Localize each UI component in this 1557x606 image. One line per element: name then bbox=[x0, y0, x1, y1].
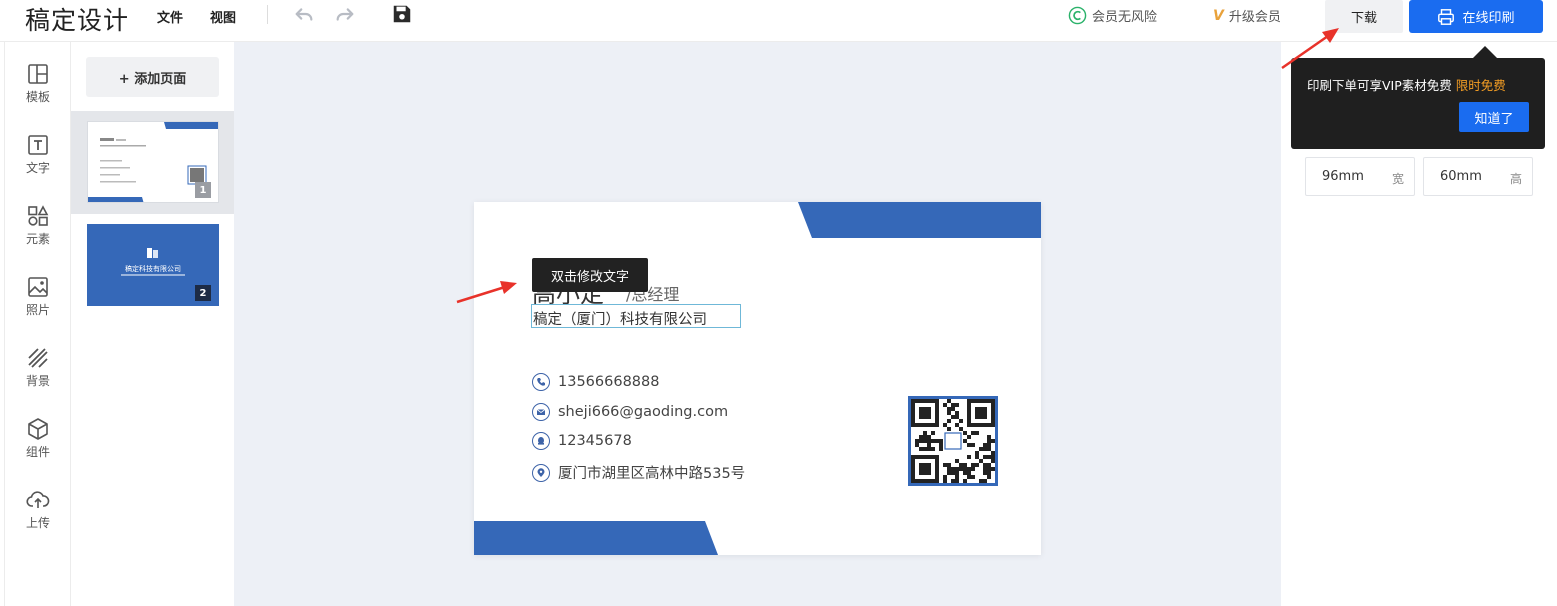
page-number-badge: 2 bbox=[195, 285, 211, 301]
tool-template[interactable]: 模板 bbox=[5, 62, 71, 122]
tool-label: 模板 bbox=[25, 90, 50, 104]
app-logo[interactable]: 稿定设计 bbox=[25, 1, 129, 37]
qq-text: 12345678 bbox=[558, 433, 632, 449]
print-promo-popup: 印刷下单可享VIP素材免费 限时免费 知道了 bbox=[1291, 58, 1545, 149]
download-button[interactable]: 下载 bbox=[1325, 0, 1403, 33]
elements-icon bbox=[28, 205, 49, 226]
tool-text[interactable]: 文字 bbox=[5, 133, 71, 193]
popup-text: 印刷下单可享VIP素材免费 bbox=[1307, 78, 1456, 93]
tool-label: 组件 bbox=[25, 445, 50, 459]
width-field[interactable]: 96mm 宽 bbox=[1305, 157, 1415, 196]
tool-label: 上传 bbox=[25, 516, 50, 530]
qr-code[interactable] bbox=[908, 396, 998, 486]
background-icon bbox=[28, 348, 48, 368]
tool-upload[interactable]: 上传 bbox=[5, 488, 71, 548]
height-unit: 高 bbox=[1509, 172, 1522, 186]
qq-icon bbox=[532, 432, 550, 450]
vip-safe-icon bbox=[1068, 6, 1087, 25]
popup-message: 印刷下单可享VIP素材免费 限时免费 bbox=[1307, 75, 1506, 94]
height-value: 60mm bbox=[1440, 169, 1482, 184]
tool-label: 背景 bbox=[25, 374, 50, 388]
tool-elements[interactable]: 元素 bbox=[5, 204, 71, 264]
pages-panel: + 添加页面 1 稿定科技有限公司 2 bbox=[71, 42, 234, 606]
card-email[interactable]: sheji666@gaoding.com bbox=[532, 403, 728, 421]
text-selection-box bbox=[531, 304, 741, 328]
page-number-badge: 1 bbox=[195, 182, 211, 198]
printer-icon bbox=[1438, 8, 1455, 25]
card-phone[interactable]: 13566668888 bbox=[532, 373, 659, 391]
tool-label: 文字 bbox=[25, 161, 50, 175]
top-header: 稿定设计 文件 视图 会员无风险 V 升级会员 下载 在线印刷 bbox=[0, 0, 1557, 42]
tool-component[interactable]: 组件 bbox=[5, 417, 71, 477]
print-online-button[interactable]: 在线印刷 bbox=[1409, 0, 1543, 33]
save-icon[interactable] bbox=[391, 3, 413, 25]
left-toolbar: 模板 文字 元素 照片 背景 组件 上传 bbox=[4, 42, 71, 606]
menu-view[interactable]: 视图 bbox=[210, 7, 236, 26]
tool-label: 照片 bbox=[25, 303, 50, 317]
header-divider bbox=[267, 5, 268, 24]
card-address[interactable]: 厦门市湖里区高林中路535号 bbox=[532, 462, 745, 483]
component-icon bbox=[28, 418, 48, 440]
add-page-button[interactable]: + 添加页面 bbox=[86, 57, 219, 97]
width-unit: 宽 bbox=[1391, 172, 1404, 186]
height-field[interactable]: 60mm 高 bbox=[1423, 157, 1533, 196]
location-icon bbox=[532, 463, 550, 482]
vip-safe-link[interactable]: 会员无风险 bbox=[1068, 6, 1157, 25]
thumb2-company: 稿定科技有限公司 bbox=[125, 265, 181, 273]
tool-photo[interactable]: 照片 bbox=[5, 275, 71, 335]
address-text: 厦门市湖里区高林中路535号 bbox=[558, 466, 746, 482]
phone-text: 13566668888 bbox=[558, 374, 660, 390]
width-value: 96mm bbox=[1322, 169, 1364, 184]
thumb2-subline bbox=[121, 274, 185, 276]
popup-arrow bbox=[1473, 46, 1497, 58]
menu-file[interactable]: 文件 bbox=[157, 7, 183, 26]
print-online-label: 在线印刷 bbox=[1462, 11, 1515, 26]
upload-icon bbox=[26, 491, 50, 508]
text-icon bbox=[28, 135, 48, 155]
tool-label: 元素 bbox=[25, 232, 50, 246]
card-qq[interactable]: 12345678 bbox=[532, 432, 632, 450]
got-it-button[interactable]: 知道了 bbox=[1459, 102, 1529, 132]
photo-icon bbox=[28, 277, 48, 297]
vip-safe-label: 会员无风险 bbox=[1092, 10, 1158, 25]
phone-icon bbox=[532, 373, 550, 391]
email-icon bbox=[532, 403, 550, 421]
popup-highlight: 限时免费 bbox=[1455, 78, 1506, 93]
email-text: sheji666@gaoding.com bbox=[558, 404, 729, 420]
vip-icon: V bbox=[1213, 7, 1224, 24]
upgrade-vip-link[interactable]: V 升级会员 bbox=[1213, 6, 1281, 26]
edit-text-tooltip: 双击修改文字 bbox=[532, 258, 648, 292]
redo-icon[interactable] bbox=[334, 3, 356, 25]
qr-code-image bbox=[911, 399, 995, 483]
business-card[interactable]: 高小定 /总经理 稿定（厦门）科技有限公司 13566668888 sheji6… bbox=[474, 202, 1041, 555]
upgrade-label: 升级会员 bbox=[1228, 10, 1281, 25]
undo-icon[interactable] bbox=[293, 3, 315, 25]
tool-background[interactable]: 背景 bbox=[5, 346, 71, 406]
template-icon bbox=[28, 64, 48, 84]
company-logo-icon bbox=[147, 248, 158, 258]
